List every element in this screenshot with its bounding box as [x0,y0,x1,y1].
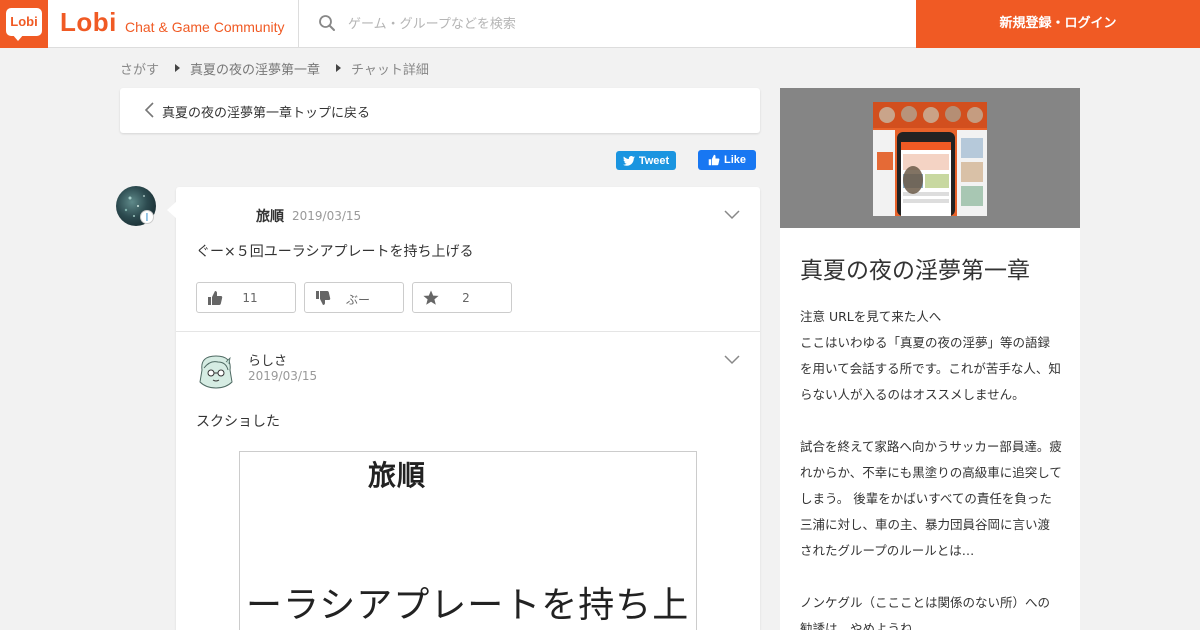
chevron-down-icon[interactable] [724,355,740,365]
signup-login-button[interactable]: 新規登録・ログイン [916,0,1200,48]
tweet-label: Tweet [638,154,670,167]
twitter-bird-icon [622,155,635,166]
header: Lobi Lobi Chat & Game Community 新規登録・ログイ… [0,0,1200,48]
brand-tagline: Chat & Game Community [125,19,285,35]
header-divider [298,0,299,48]
avatar[interactable] [196,352,236,392]
thumbs-down-label: ぶー [345,293,370,307]
message-text: ぐー×５回ユーラシアプレートを持ち上げる [196,244,474,260]
attached-image[interactable]: 旅順 ーラシアプレートを持ち上 [239,451,697,630]
back-label: 真夏の夜の淫夢第一章トップに戻る [162,106,371,121]
member-badge-icon: | [140,210,154,224]
thumbs-up-count: 11 [242,291,258,305]
chevron-left-icon [144,102,154,118]
thumbs-down-button[interactable]: ぶー [304,282,404,313]
facebook-like-button[interactable]: Like [698,150,756,170]
group-description: 注意 URLを見て来た人へ ここはいわゆる「真夏の夜の淫夢」等の語録を用いて会話… [800,309,1062,630]
breadcrumb-current: チャット詳細 [351,62,429,78]
tweet-button[interactable]: Tweet [616,151,676,170]
image-text: 旅順 [368,459,427,492]
search-input[interactable] [348,10,888,38]
thumbs-up-icon [708,154,720,166]
back-to-group-button[interactable]: 真夏の夜の淫夢第一章トップに戻る [120,88,760,133]
brand-name[interactable]: Lobi [60,7,117,38]
search-icon [319,15,335,31]
message-divider [176,331,760,332]
message-date: 2019/03/15 [248,369,318,383]
breadcrumb-arrow-icon [175,64,181,72]
lobi-logo-icon[interactable]: Lobi [0,0,48,48]
image-text: ーラシアプレートを持ち上 [246,585,690,626]
favorite-count: 2 [462,291,470,305]
message-author[interactable]: らしさ [248,350,287,369]
favorite-button[interactable]: 2 [412,282,512,313]
message-author[interactable]: 旅順 [256,206,284,226]
group-title[interactable]: 真夏の夜の淫夢第一章 [800,251,1030,285]
breadcrumb-group[interactable]: 真夏の夜の淫夢第一章 [190,59,320,78]
chevron-down-icon[interactable] [724,210,740,220]
logo-text: Lobi [6,8,42,36]
breadcrumb: さがす 真夏の夜の淫夢第一章 チャット詳細 [120,59,429,78]
message-text: スクショした [196,414,280,430]
message-date: 2019/03/15 [292,209,362,223]
like-label: Like [723,154,746,166]
thumbs-up-button[interactable]: 11 [196,282,296,313]
breadcrumb-arrow-icon [336,64,342,72]
breadcrumb-search[interactable]: さがす [120,59,159,78]
group-thumbnail[interactable] [873,102,987,216]
